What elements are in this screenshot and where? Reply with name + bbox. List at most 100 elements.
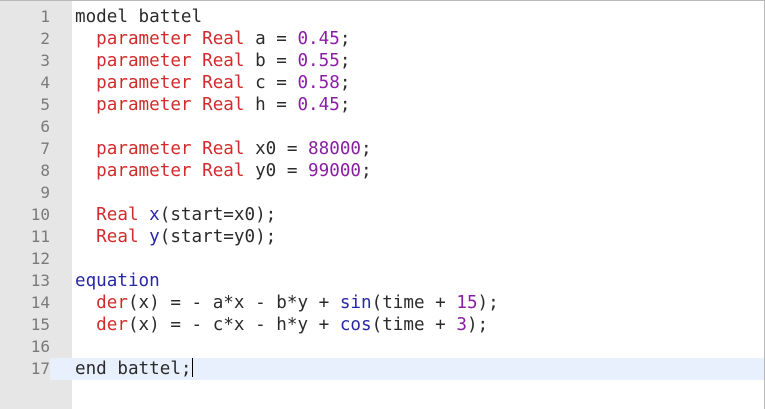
code-token: parameter [75, 51, 203, 71]
code-token: ; [339, 51, 351, 71]
code-text[interactable]: equation [75, 270, 160, 292]
code-token: ; [361, 161, 372, 181]
code-token: h = [244, 95, 298, 115]
code-token: b = [244, 51, 298, 71]
code-token: der [75, 293, 128, 313]
code-text[interactable]: parameter Real b = 0.55; [75, 50, 350, 72]
code-text[interactable]: model battel [75, 6, 202, 28]
line-number: 17 [0, 358, 50, 380]
code-line[interactable]: 10 Real x(start=x0); [0, 204, 764, 226]
code-token: 3 [456, 315, 467, 335]
code-text[interactable]: parameter Real a = 0.45; [75, 28, 350, 50]
code-line[interactable]: 2 parameter Real a = 0.45; [0, 28, 764, 50]
line-number: 5 [40, 95, 50, 114]
code-token: ; [339, 29, 351, 49]
code-line[interactable]: 5 parameter Real h = 0.45; [0, 94, 764, 116]
text-cursor [191, 358, 193, 377]
code-text[interactable]: der(x) = - c*x - h*y + cos(time + 3); [75, 314, 488, 336]
code-token: Real [202, 29, 245, 49]
code-token: (x) = - c*x - h*y + [127, 315, 340, 335]
code-text[interactable]: Real x(start=x0); [75, 204, 276, 226]
code-token: x [149, 205, 160, 225]
line-number: 11 [30, 227, 50, 246]
code-text[interactable]: der(x) = - a*x - b*y + sin(time + 15); [75, 292, 499, 314]
code-token: c = [244, 73, 298, 93]
code-token: 0.55 [297, 51, 340, 71]
line-number: 2 [40, 29, 50, 48]
code-token: parameter [75, 73, 203, 93]
code-token: parameter [75, 139, 203, 159]
code-token: (x) = - a*x - b*y + [127, 293, 340, 313]
code-token: 0.45 [297, 95, 340, 115]
code-editor[interactable]: 1 model battel 2 parameter Real a = 0.45; 3… [0, 0, 765, 409]
line-number: 16 [30, 337, 50, 356]
code-token: equation [75, 271, 160, 291]
code-token: y0 = [244, 161, 309, 181]
code-token: end battel; [75, 359, 192, 379]
code-token: 0.45 [297, 29, 340, 49]
code-line[interactable]: 6 [0, 116, 764, 138]
code-token: 15 [456, 293, 478, 313]
code-line[interactable]: 14 der(x) = - a*x - b*y + sin(time + 15)… [0, 292, 764, 314]
line-number: 4 [40, 73, 50, 92]
code-line[interactable]: 3 parameter Real b = 0.55; [0, 50, 764, 72]
code-token: cos [339, 315, 372, 335]
code-token: x0 = [244, 139, 309, 159]
code-token: (start=y0); [159, 227, 277, 247]
code-token: parameter [75, 161, 203, 181]
code-token: Real [75, 205, 150, 225]
code-line[interactable]: 11 Real y(start=y0); [0, 226, 764, 248]
code-token: ; [339, 73, 351, 93]
code-line[interactable]: 9 [0, 182, 764, 204]
line-number: 7 [40, 139, 50, 158]
code-token: a = [244, 29, 298, 49]
code-line[interactable]: 4 parameter Real c = 0.58; [0, 72, 764, 94]
code-token: y [149, 227, 160, 247]
code-line[interactable]: 16 [0, 336, 764, 358]
code-text[interactable]: parameter Real y0 = 99000; [75, 160, 372, 182]
code-token: ; [361, 139, 372, 159]
code-token: 88000 [308, 139, 362, 159]
code-token: Real [202, 51, 245, 71]
code-token: (start=x0); [159, 205, 277, 225]
line-number: 6 [40, 117, 50, 136]
code-token: sin [339, 293, 372, 313]
line-number: 12 [30, 249, 50, 268]
code-text[interactable]: end battel; [75, 358, 193, 380]
code-line[interactable]: 17 end battel; [0, 358, 764, 380]
code-token: model battel [75, 7, 203, 27]
code-line[interactable]: 8 parameter Real y0 = 99000; [0, 160, 764, 182]
code-token: parameter [75, 95, 203, 115]
code-token: Real [202, 73, 245, 93]
code-line[interactable]: 7 parameter Real x0 = 88000; [0, 138, 764, 160]
code-lines[interactable]: 1 model battel 2 parameter Real a = 0.45; 3… [0, 6, 764, 380]
code-text[interactable]: parameter Real x0 = 88000; [75, 138, 372, 160]
code-text[interactable]: parameter Real h = 0.45; [75, 94, 350, 116]
code-token: Real [202, 95, 245, 115]
code-line[interactable]: 15 der(x) = - c*x - h*y + cos(time + 3); [0, 314, 764, 336]
code-token: 99000 [308, 161, 362, 181]
code-token: ; [339, 95, 351, 115]
line-number: 1 [40, 7, 50, 26]
code-line[interactable]: 1 model battel [0, 6, 764, 28]
line-number: 15 [30, 315, 50, 334]
code-token: Real [202, 139, 245, 159]
code-line[interactable]: 12 [0, 248, 764, 270]
line-number: 14 [30, 293, 50, 312]
code-token: 0.58 [297, 73, 340, 93]
code-token: ); [477, 293, 499, 313]
line-number: 8 [40, 161, 50, 180]
line-number: 13 [30, 271, 50, 290]
line-number: 3 [40, 51, 50, 70]
code-text[interactable]: parameter Real c = 0.58; [75, 72, 350, 94]
line-number: 10 [30, 205, 50, 224]
code-token: (time + [371, 315, 457, 335]
code-token: parameter [75, 29, 203, 49]
code-text[interactable]: Real y(start=y0); [75, 226, 276, 248]
code-line[interactable]: 13 equation [0, 270, 764, 292]
line-number: 9 [40, 183, 50, 202]
code-token: Real [202, 161, 245, 181]
code-token: der [75, 315, 128, 335]
code-token: ); [466, 315, 489, 335]
code-token: (time + [371, 293, 457, 313]
